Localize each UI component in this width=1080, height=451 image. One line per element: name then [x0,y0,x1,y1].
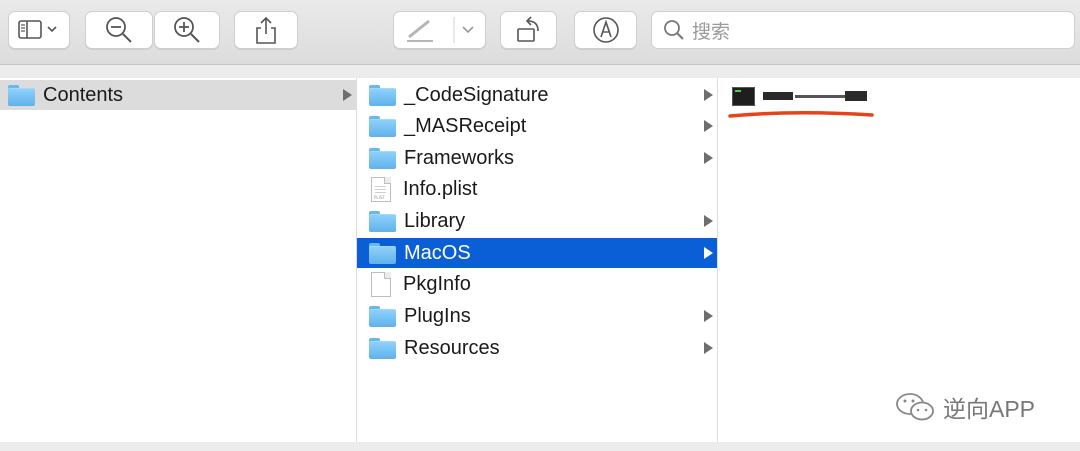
folder-icon [8,84,35,106]
annotate-button[interactable] [574,11,637,49]
list-item-codesignature[interactable]: _CodeSignature [357,80,717,110]
item-label: PkgInfo [403,272,471,295]
item-label: _MASReceipt [404,114,527,137]
list-item-resources[interactable]: Resources [357,333,717,363]
folder-icon [369,337,396,359]
sidebar-toggle-button[interactable] [8,11,70,49]
share-icon [256,16,276,44]
redacted-filename [763,86,875,106]
search-field[interactable]: 搜索 [651,11,1075,49]
item-label: MacOS [404,241,471,264]
pen-circle-icon [592,17,619,43]
rotate-button[interactable] [500,11,557,49]
disclosure-arrow-icon [704,89,713,101]
item-label: Contents [43,83,124,106]
search-placeholder: 搜索 [692,21,731,43]
list-item-masreceipt[interactable]: _MASReceipt [357,111,717,141]
folder-icon [369,305,396,327]
share-button[interactable] [234,11,298,49]
zoom-in-button[interactable] [154,11,220,49]
red-underline-annotation [728,110,874,118]
item-label: Resources [404,336,500,359]
list-item-plugins[interactable]: PlugIns [357,301,717,331]
watermark-text: 逆向APP [943,396,1036,422]
list-item-info-plist[interactable]: PLIST Info.plist [357,174,717,204]
column-3 [718,78,1080,442]
column-browser: Contents _CodeSignature _MASReceipt Fram… [0,78,1080,442]
folder-icon [369,210,396,232]
disclosure-arrow-icon [704,120,713,132]
markup-button[interactable] [393,11,486,49]
disclosure-arrow-icon [704,342,713,354]
item-label: PlugIns [404,304,471,327]
list-item-contents[interactable]: Contents [0,80,356,110]
folder-icon [369,147,396,169]
wechat-icon [896,393,934,421]
list-item-library[interactable]: Library [357,206,717,236]
disclosure-arrow-icon [704,215,713,227]
item-label: Info.plist [403,177,478,200]
column-1: Contents [0,78,356,442]
search-icon [664,20,684,40]
document-icon [371,271,391,297]
sidebar-icon [18,20,57,39]
zoom-out-icon [106,17,132,43]
disclosure-arrow-icon [704,310,713,322]
terminal-executable-icon [732,86,755,106]
item-label: Frameworks [404,146,515,169]
plist-file-icon: PLIST [371,176,391,202]
list-item-frameworks[interactable]: Frameworks [357,143,717,173]
disclosure-arrow-icon [704,152,713,164]
item-label: _CodeSignature [404,83,549,106]
disclosure-arrow-icon [343,89,352,101]
list-item-macos[interactable]: MacOS [357,238,717,268]
folder-icon [369,84,396,106]
zoom-out-button[interactable] [85,11,153,49]
disclosure-arrow-icon [704,247,713,259]
item-label: Library [404,209,466,232]
toolbar: 搜索 [0,0,1080,65]
watermark: 逆向APP [895,390,1035,424]
folder-icon [369,115,396,137]
rotate-icon [516,16,539,42]
zoom-in-icon [174,17,200,43]
pen-icon [406,17,474,43]
list-item-pkginfo[interactable]: PkgInfo [357,269,717,299]
status-bar [0,442,1080,451]
column-2: _CodeSignature _MASReceipt Frameworks PL… [357,78,717,442]
folder-icon [369,242,396,264]
